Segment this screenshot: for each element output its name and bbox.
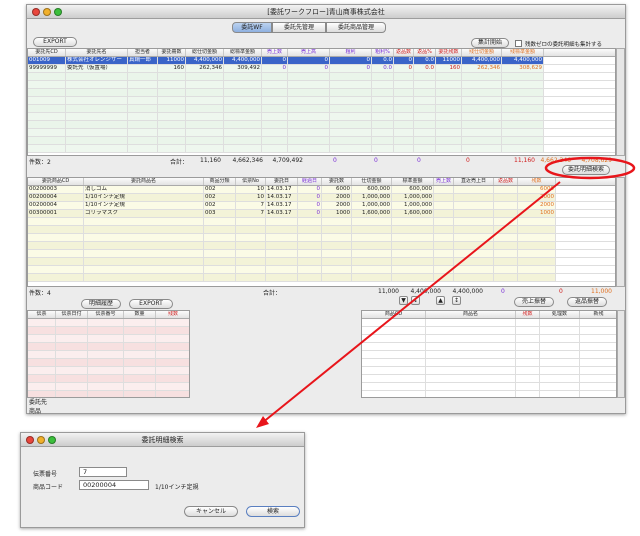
dialog-title: 委託明細検索 (141, 436, 184, 444)
product-code-label: 商品コード (33, 484, 64, 491)
minimize-icon[interactable] (37, 436, 45, 444)
slip-number-label: 伝票番号 (33, 471, 58, 478)
close-icon[interactable] (26, 436, 34, 444)
pointer-arrow (261, 181, 561, 424)
dialog-title-bar: 委託明細検索 (21, 433, 304, 447)
product-code-input[interactable]: 00200004 (79, 480, 149, 490)
slip-number-input[interactable]: 7 (79, 467, 127, 477)
cancel-button[interactable]: キャンセル (184, 506, 238, 517)
search-dialog: 委託明細検索 伝票番号 7 商品コード 00200004 1/10インチ定規 キ… (20, 432, 305, 528)
highlight-ellipse (544, 156, 636, 180)
product-name-text: 1/10インチ定規 (155, 484, 199, 491)
search-button[interactable]: 検索 (246, 506, 300, 517)
zoom-icon[interactable] (48, 436, 56, 444)
